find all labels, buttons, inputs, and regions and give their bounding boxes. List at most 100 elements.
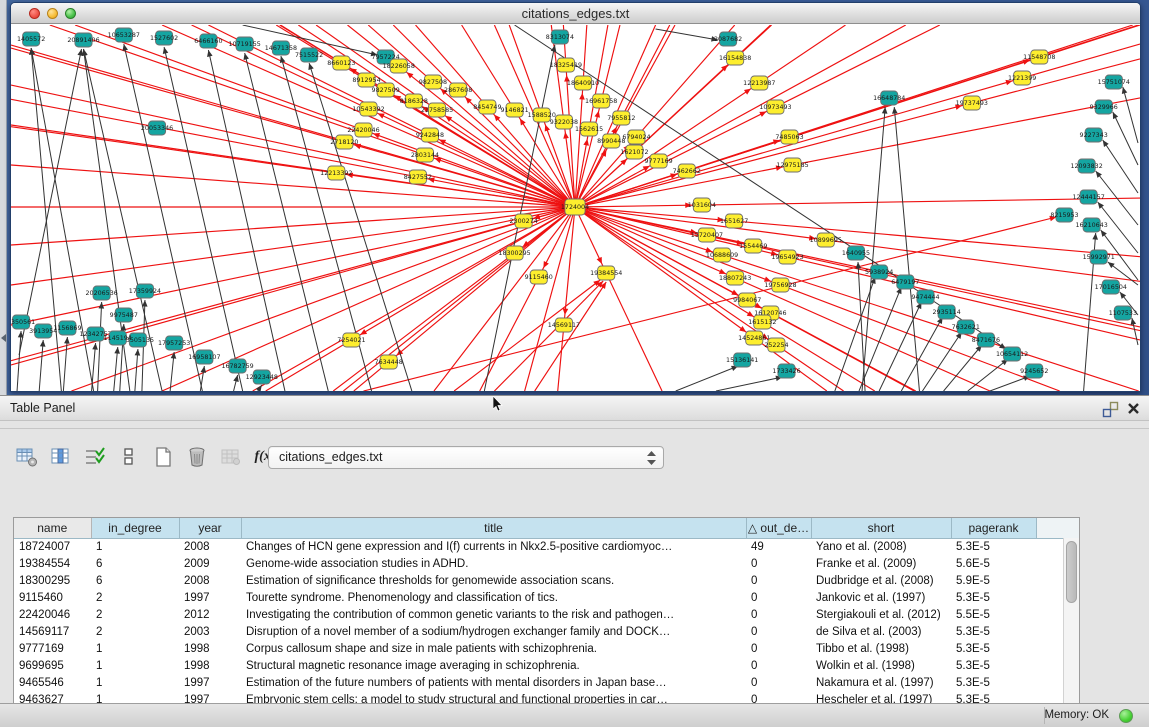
graph-node[interactable]: 9227343: [1080, 128, 1108, 142]
graph-node[interactable]: 7955812: [607, 111, 635, 125]
graph-node[interactable]: 10653287: [108, 28, 140, 42]
graph-node[interactable]: 2803144: [411, 148, 439, 162]
column-header-year[interactable]: year: [179, 518, 241, 538]
graph-node[interactable]: 1156869: [53, 321, 81, 335]
show-columns-icon[interactable]: [48, 445, 74, 469]
cell-short[interactable]: Nakamura et al. (1997): [811, 674, 951, 691]
cell-short[interactable]: Jankovic et al. (1997): [811, 589, 951, 606]
column-header-title[interactable]: title: [241, 518, 746, 538]
cell-short[interactable]: Wolkin et al. (1998): [811, 657, 951, 674]
graph-node[interactable]: 9115460: [525, 270, 553, 284]
cell-name[interactable]: 9699695: [14, 657, 91, 674]
graph-node[interactable]: 1405572: [17, 32, 45, 46]
graph-node[interactable]: 14671358: [265, 41, 297, 55]
cell-out_de[interactable]: 0: [746, 606, 811, 623]
network-window-titlebar[interactable]: citations_edges.txt: [11, 3, 1140, 24]
cell-pagerank[interactable]: 5.3E-5: [951, 538, 1036, 555]
cell-in_degree[interactable]: 6: [91, 572, 179, 589]
cell-title[interactable]: Structural magnetic resonance image aver…: [241, 657, 746, 674]
graph-node[interactable]: 12975185: [776, 158, 808, 172]
cell-pagerank[interactable]: 5.3E-5: [951, 657, 1036, 674]
cell-pagerank[interactable]: 5.3E-5: [951, 640, 1036, 657]
graph-node[interactable]: 7634448: [375, 355, 403, 369]
graph-node[interactable]: 17359924: [129, 284, 161, 298]
graph-node[interactable]: 8990448: [597, 134, 625, 148]
node-table[interactable]: namein_degreeyeartitle△ out_de…shortpage…: [13, 517, 1080, 707]
table-selector-combobox[interactable]: citations_edges.txt: [268, 446, 664, 469]
cell-short[interactable]: Dudbridge et al. (2008): [811, 572, 951, 589]
cell-in_degree[interactable]: 1: [91, 674, 179, 691]
delete-column-icon[interactable]: [184, 445, 210, 469]
cell-name[interactable]: 9777169: [14, 640, 91, 657]
cell-out_de[interactable]: 0: [746, 555, 811, 572]
graph-node[interactable]: 16961758: [585, 94, 617, 108]
graph-node[interactable]: 16210643: [1076, 218, 1108, 232]
cell-in_degree[interactable]: 2: [91, 606, 179, 623]
graph-node[interactable]: 12213392: [320, 166, 352, 180]
table-row[interactable]: 1938455462009Genome-wide association stu…: [14, 555, 1080, 572]
graph-node[interactable]: 6794024: [622, 130, 650, 144]
cell-pagerank[interactable]: 5.3E-5: [951, 623, 1036, 640]
graph-node[interactable]: 12923448: [246, 370, 278, 384]
cell-short[interactable]: de Silva et al. (2003): [811, 623, 951, 640]
graph-node[interactable]: 7515522: [295, 48, 323, 62]
table-row[interactable]: 977716911998Corpus callosum shape and si…: [14, 640, 1080, 657]
graph-node[interactable]: 12444157: [1073, 190, 1105, 204]
graph-node[interactable]: 10688609: [706, 248, 738, 262]
cell-in_degree[interactable]: 2: [91, 589, 179, 606]
column-header-pagerank[interactable]: pagerank: [951, 518, 1036, 538]
graph-node[interactable]: 10654112: [996, 347, 1028, 361]
cell-pagerank[interactable]: 5.6E-5: [951, 555, 1036, 572]
graph-node[interactable]: 1221399: [1008, 71, 1036, 85]
graph-node[interactable]: 12093832: [1070, 159, 1102, 173]
graph-node[interactable]: 8215953: [1050, 208, 1078, 222]
row-height-icon[interactable]: [116, 445, 142, 469]
table-mode-icon[interactable]: [14, 445, 40, 469]
graph-node[interactable]: 17957253: [158, 336, 190, 350]
cell-out_de[interactable]: 0: [746, 572, 811, 589]
graph-node[interactable]: 8427552: [404, 170, 432, 184]
graph-node[interactable]: 17016504: [1095, 280, 1127, 294]
graph-node[interactable]: 10899695: [810, 233, 842, 247]
cell-out_de[interactable]: 0: [746, 640, 811, 657]
graph-node[interactable]: 7462662: [673, 164, 701, 178]
table-row[interactable]: 946554611997Estimation of the future num…: [14, 674, 1080, 691]
graph-node[interactable]: 9975487: [110, 308, 138, 322]
cell-title[interactable]: Tourette syndrome. Phenomenology and cla…: [241, 589, 746, 606]
cell-year[interactable]: 1997: [179, 589, 241, 606]
table-row[interactable]: 911546021997Tourette syndrome. Phenomeno…: [14, 589, 1080, 606]
scrollbar-thumb[interactable]: [1066, 541, 1077, 603]
graph-node[interactable]: 252254: [764, 338, 788, 352]
panel-collapse-arrow-icon[interactable]: [1, 334, 6, 342]
cell-out_de[interactable]: 49: [746, 538, 811, 555]
cell-out_de[interactable]: 0: [746, 623, 811, 640]
graph-node[interactable]: 15720407: [691, 228, 723, 242]
graph-node[interactable]: 1651627: [720, 214, 748, 228]
cell-year[interactable]: 1997: [179, 674, 241, 691]
graph-node[interactable]: 9827508: [419, 75, 447, 89]
table-row[interactable]: 2242004622012Investigating the contribut…: [14, 606, 1080, 623]
cell-name[interactable]: 19384554: [14, 555, 91, 572]
table-row[interactable]: 969969511998Structural magnetic resonanc…: [14, 657, 1080, 674]
cell-pagerank[interactable]: 5.9E-5: [951, 572, 1036, 589]
cell-out_de[interactable]: 0: [746, 657, 811, 674]
graph-node[interactable]: 1640955: [842, 246, 870, 260]
graph-node[interactable]: 8454749: [473, 100, 501, 114]
cell-pagerank[interactable]: 5.3E-5: [951, 674, 1036, 691]
graph-node[interactable]: 20891406: [67, 33, 99, 47]
graph-node[interactable]: 1031604: [688, 198, 716, 212]
graph-node[interactable]: 19654923: [771, 250, 803, 264]
cell-name[interactable]: 18300295: [14, 572, 91, 589]
column-header-name[interactable]: name: [14, 518, 91, 538]
graph-node[interactable]: 9329966: [1090, 100, 1118, 114]
network-window[interactable]: citations_edges.txt 1405572 20891406 10653…: [10, 2, 1141, 392]
column-header-out_de[interactable]: △ out_de…: [746, 518, 811, 538]
cell-title[interactable]: Disruption of a novel member of a sodium…: [241, 623, 746, 640]
cell-year[interactable]: 2008: [179, 538, 241, 555]
cell-year[interactable]: 1998: [179, 657, 241, 674]
graph-node[interactable]: 5938924: [865, 265, 893, 279]
cell-short[interactable]: Yano et al. (2008): [811, 538, 951, 555]
cell-name[interactable]: 18724007: [14, 538, 91, 555]
select-rows-icon[interactable]: [82, 445, 108, 469]
cell-pagerank[interactable]: 5.5E-5: [951, 606, 1036, 623]
